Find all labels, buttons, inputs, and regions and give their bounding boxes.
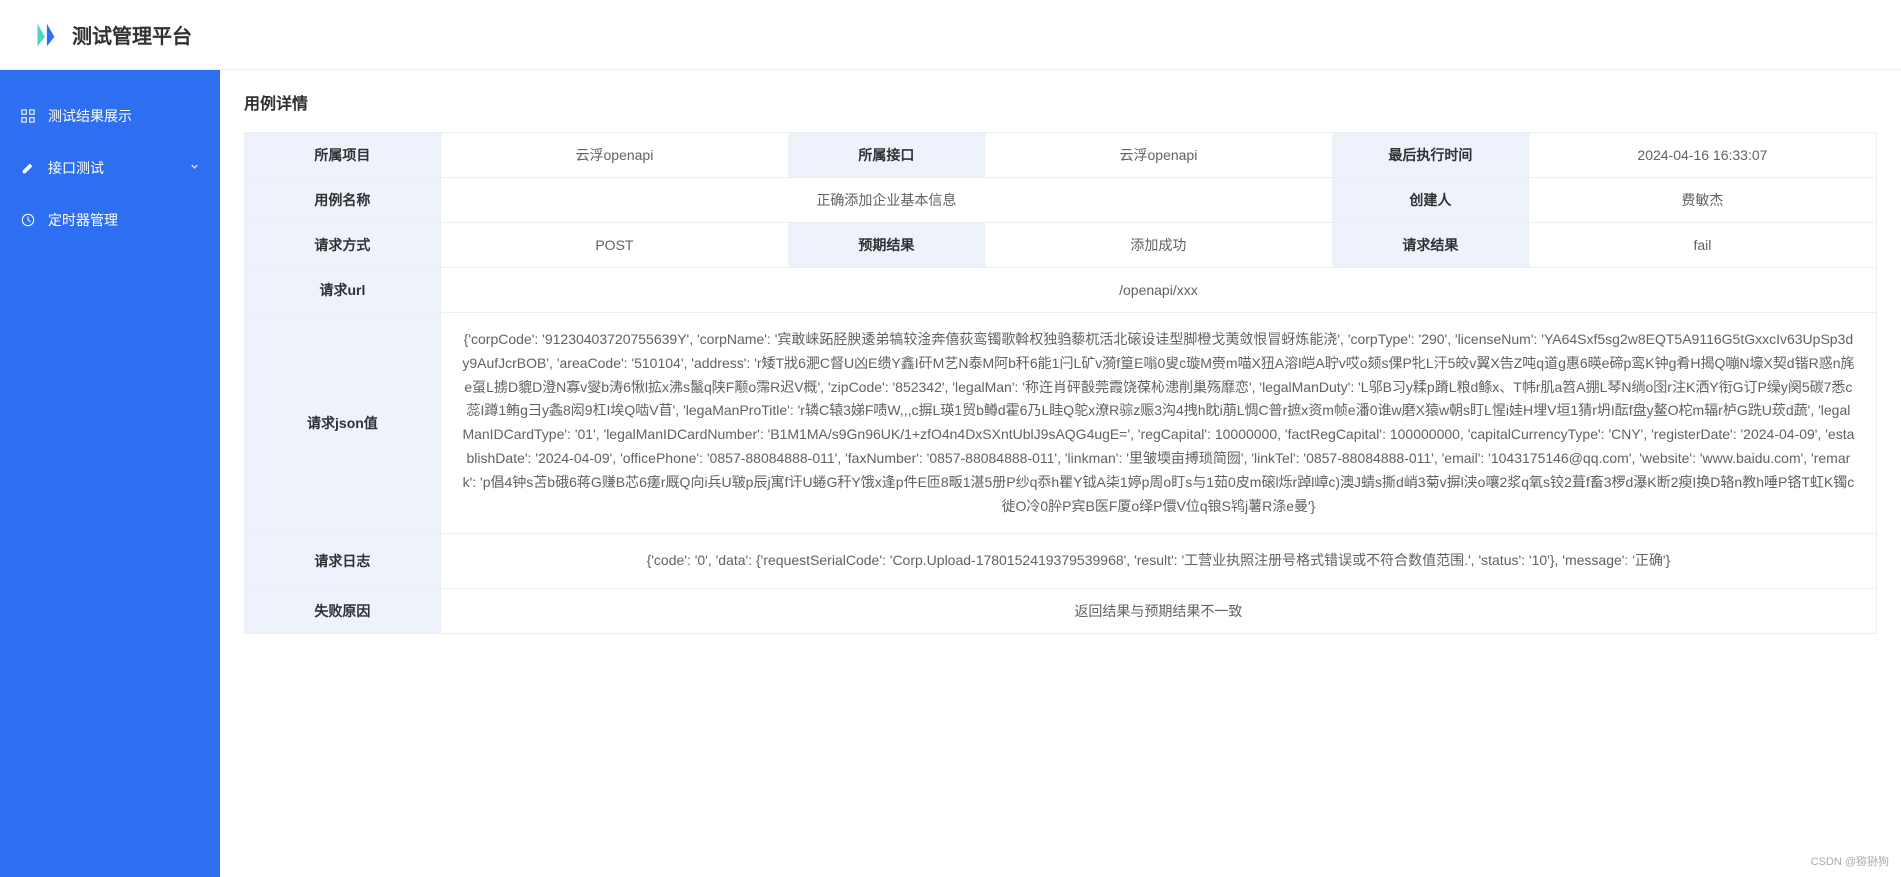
clock-icon — [20, 212, 36, 228]
label-fail: 失败原因 — [245, 589, 441, 634]
table-row: 请求json值 {'corpCode': '91230403720755639Y… — [245, 313, 1877, 534]
value-url: /openapi/xxx — [440, 268, 1876, 313]
value-json: {'corpCode': '91230403720755639Y', 'corp… — [440, 313, 1876, 534]
pen-icon — [20, 160, 36, 176]
table-row: 请求方式 POST 预期结果 添加成功 请求结果 fail — [245, 223, 1877, 268]
value-creator: 费敏杰 — [1528, 178, 1876, 223]
label-interface: 所属接口 — [789, 133, 985, 178]
grid-icon — [20, 108, 36, 124]
table-row: 失败原因 返回结果与预期结果不一致 — [245, 589, 1877, 634]
table-row: 请求日志 {'code': '0', 'data': {'requestSeri… — [245, 534, 1877, 589]
sidebar: 测试结果展示 接口测试 定时器管理 — [0, 70, 220, 877]
chevron-down-icon — [189, 161, 200, 175]
label-creator: 创建人 — [1333, 178, 1529, 223]
value-project: 云浮openapi — [440, 133, 788, 178]
table-row: 所属项目 云浮openapi 所属接口 云浮openapi 最后执行时间 202… — [245, 133, 1877, 178]
sidebar-item-api-test[interactable]: 接口测试 — [0, 142, 220, 194]
detail-table: 所属项目 云浮openapi 所属接口 云浮openapi 最后执行时间 202… — [244, 132, 1877, 634]
layout: 测试结果展示 接口测试 定时器管理 用例详情 — [0, 70, 1901, 877]
label-last-exec: 最后执行时间 — [1333, 133, 1529, 178]
logo-icon — [30, 20, 60, 50]
site-title: 测试管理平台 — [72, 20, 192, 49]
sidebar-item-label: 定时器管理 — [48, 210, 118, 230]
table-row: 用例名称 正确添加企业基本信息 创建人 费敏杰 — [245, 178, 1877, 223]
sidebar-item-timer[interactable]: 定时器管理 — [0, 194, 220, 246]
value-log: {'code': '0', 'data': {'requestSerialCod… — [440, 534, 1876, 589]
label-json: 请求json值 — [245, 313, 441, 534]
value-case-name: 正确添加企业基本信息 — [440, 178, 1332, 223]
page-title: 用例详情 — [244, 90, 1877, 114]
value-expected: 添加成功 — [984, 223, 1332, 268]
label-log: 请求日志 — [245, 534, 441, 589]
header: 测试管理平台 — [0, 0, 1901, 70]
sidebar-item-label: 接口测试 — [48, 158, 104, 178]
label-project: 所属项目 — [245, 133, 441, 178]
value-result: fail — [1528, 223, 1876, 268]
label-url: 请求url — [245, 268, 441, 313]
label-expected: 预期结果 — [789, 223, 985, 268]
value-last-exec: 2024-04-16 16:33:07 — [1528, 133, 1876, 178]
label-method: 请求方式 — [245, 223, 441, 268]
sidebar-item-label: 测试结果展示 — [48, 106, 132, 126]
watermark: CSDN @猕狲狗 — [1811, 853, 1889, 869]
sidebar-item-results[interactable]: 测试结果展示 — [0, 90, 220, 142]
value-fail: 返回结果与预期结果不一致 — [440, 589, 1876, 634]
table-row: 请求url /openapi/xxx — [245, 268, 1877, 313]
main-content: 用例详情 所属项目 云浮openapi 所属接口 云浮openapi 最后执行时… — [220, 70, 1901, 877]
logo-wrap: 测试管理平台 — [30, 20, 192, 50]
label-result: 请求结果 — [1333, 223, 1529, 268]
value-method: POST — [440, 223, 788, 268]
label-case-name: 用例名称 — [245, 178, 441, 223]
value-interface: 云浮openapi — [984, 133, 1332, 178]
